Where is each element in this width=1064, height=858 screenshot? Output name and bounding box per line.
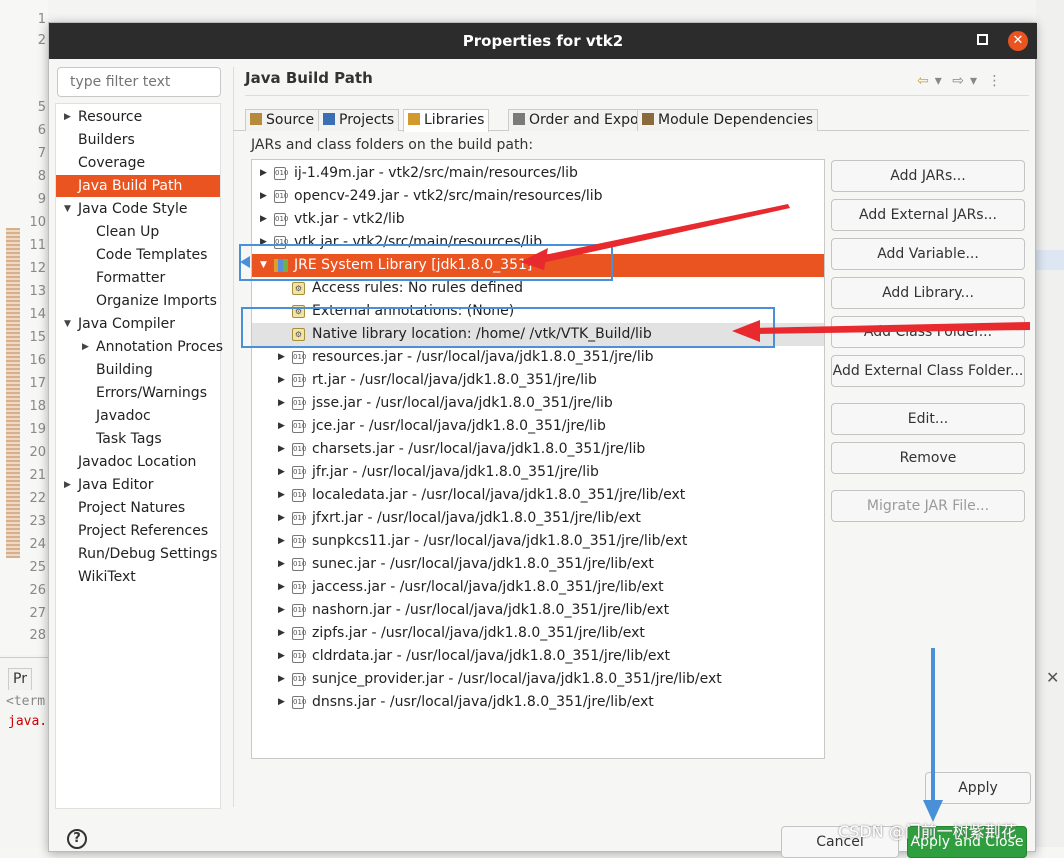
blue-arrow-apply — [931, 648, 935, 808]
red-arrow-native — [750, 322, 1030, 334]
blue-pointer — [240, 256, 250, 268]
annotation-arrows — [240, 204, 1030, 822]
red-arrowhead-jre — [520, 248, 548, 270]
red-arrow-jre — [528, 204, 790, 266]
watermark: CSDN @门前一树紫荆花 — [838, 822, 1017, 841]
red-arrowhead-native — [732, 320, 760, 342]
